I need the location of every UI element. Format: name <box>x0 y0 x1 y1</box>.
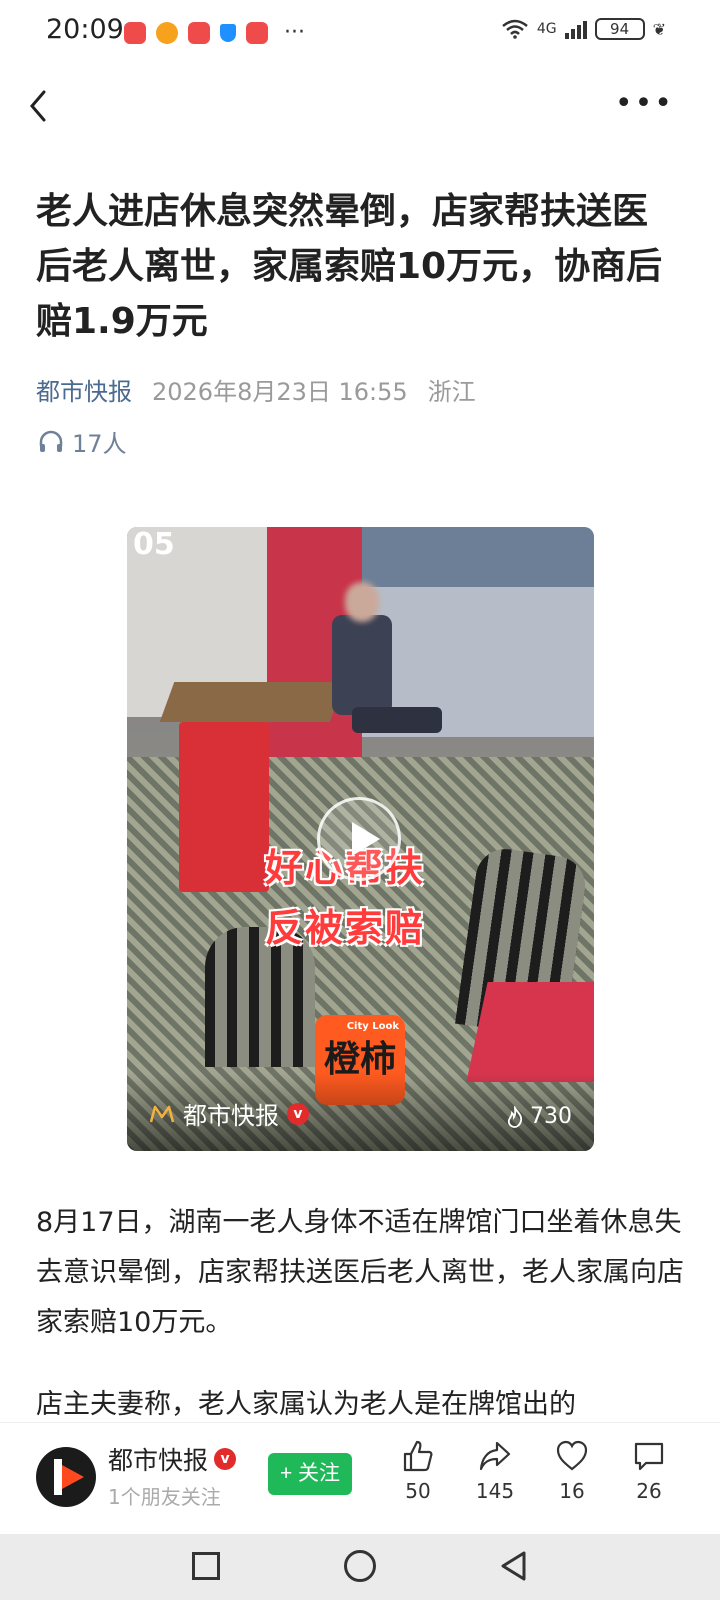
comment-count: 26 <box>636 1479 662 1503</box>
wifi-icon <box>502 19 528 39</box>
listen-button[interactable]: 17人 <box>38 424 127 459</box>
top-nav: ••• <box>0 72 720 138</box>
favorite-button[interactable]: 16 <box>537 1433 607 1503</box>
signal-icon <box>564 19 587 39</box>
article-paragraph: 店主夫妻称，老人家属认为老人是在牌馆出的 <box>36 1389 576 1420</box>
author-name[interactable]: 都市快报 v <box>108 1441 237 1477</box>
video-views: 730 <box>506 1104 572 1129</box>
video-source[interactable]: 都市快报 v <box>149 1096 309 1131</box>
video-scene <box>362 527 594 589</box>
article-region: 浙江 <box>427 378 476 406</box>
headphone-icon <box>39 430 63 452</box>
weibo-notification-icon <box>156 21 178 44</box>
article-meta: 都市快报 2026年8月23日 16:55 浙江 <box>36 372 476 407</box>
channel-m-icon <box>149 1105 175 1122</box>
video-view-count: 730 <box>530 1104 572 1129</box>
comment-button[interactable]: 26 <box>614 1433 684 1503</box>
video-player[interactable]: 05 好心帮扶 反被索赔 City Look 橙柿 都市快报 v 730 <box>127 527 594 1151</box>
follow-button[interactable]: + 关注 <box>268 1453 352 1495</box>
battery-icon: 94 <box>594 18 645 40</box>
video-scene <box>332 615 392 715</box>
article-paragraph: 8月17日，湖南一老人身体不适在牌馆门口坐着休息失去意识晕倒，店家帮扶送医后老人… <box>36 1207 684 1338</box>
video-scene <box>466 982 594 1082</box>
like-button[interactable]: 50 <box>383 1433 453 1503</box>
recent-apps-button[interactable] <box>192 1552 220 1580</box>
video-scene <box>345 582 379 622</box>
bottom-action-bar: 都市快报 v 1个朋友关注 + 关注 50 145 16 26 <box>0 1422 720 1533</box>
video-scene <box>179 722 269 892</box>
network-type: 4G <box>536 21 557 37</box>
author-followers: 1个朋友关注 <box>108 1485 221 1509</box>
video-info-bar: 都市快报 v 730 <box>127 1073 594 1151</box>
like-count: 50 <box>405 1479 431 1503</box>
app-notification-icon <box>188 21 210 44</box>
system-nav-bar <box>0 1534 720 1600</box>
play-icon[interactable] <box>317 797 401 881</box>
status-time: 20:09 <box>46 14 124 45</box>
share-button[interactable]: 145 <box>460 1433 530 1503</box>
author-name-text: 都市快报 <box>108 1446 209 1475</box>
video-timestamp: 05 <box>133 527 175 562</box>
more-icon[interactable]: ••• <box>615 89 674 119</box>
author-avatar[interactable] <box>36 1447 96 1507</box>
system-status: 4G 94 ❦ <box>501 18 666 40</box>
video-scene <box>352 707 442 733</box>
share-icon <box>479 1441 511 1471</box>
back-icon[interactable] <box>24 86 54 126</box>
video-source-name: 都市快报 <box>183 1102 279 1130</box>
verified-icon: v <box>214 1448 237 1470</box>
favorite-icon <box>556 1440 588 1471</box>
video-logo-small: City Look <box>346 1021 399 1032</box>
flame-icon <box>507 1105 523 1128</box>
article-title: 老人进店休息突然晕倒，店家帮扶送医后老人离世，家属索赔10万元，协商后赔1.9万… <box>36 191 663 342</box>
article-date: 2026年8月23日 16:55 <box>152 378 408 406</box>
comment-icon <box>634 1442 664 1471</box>
shield-notification-icon <box>220 23 236 42</box>
status-bar: 20:09 ··· 4G 94 ❦ <box>0 0 720 64</box>
like-icon <box>403 1440 433 1472</box>
power-save-icon: ❦ <box>652 19 666 39</box>
article-source-link[interactable]: 都市快报 <box>36 372 132 407</box>
verified-icon: v <box>287 1102 309 1125</box>
video-scene <box>159 682 345 722</box>
video-overlay-line2: 反被索赔 <box>265 906 426 950</box>
app-notification-icon <box>124 21 146 44</box>
listener-count: 17人 <box>72 430 127 458</box>
notification-icons: ··· <box>124 20 305 45</box>
more-notifications-icon: ··· <box>284 20 305 45</box>
system-back-button[interactable] <box>498 1550 528 1582</box>
app-notification-icon <box>246 21 268 44</box>
favorite-count: 16 <box>559 1479 585 1503</box>
home-button[interactable] <box>344 1550 376 1582</box>
share-count: 145 <box>475 1479 515 1503</box>
